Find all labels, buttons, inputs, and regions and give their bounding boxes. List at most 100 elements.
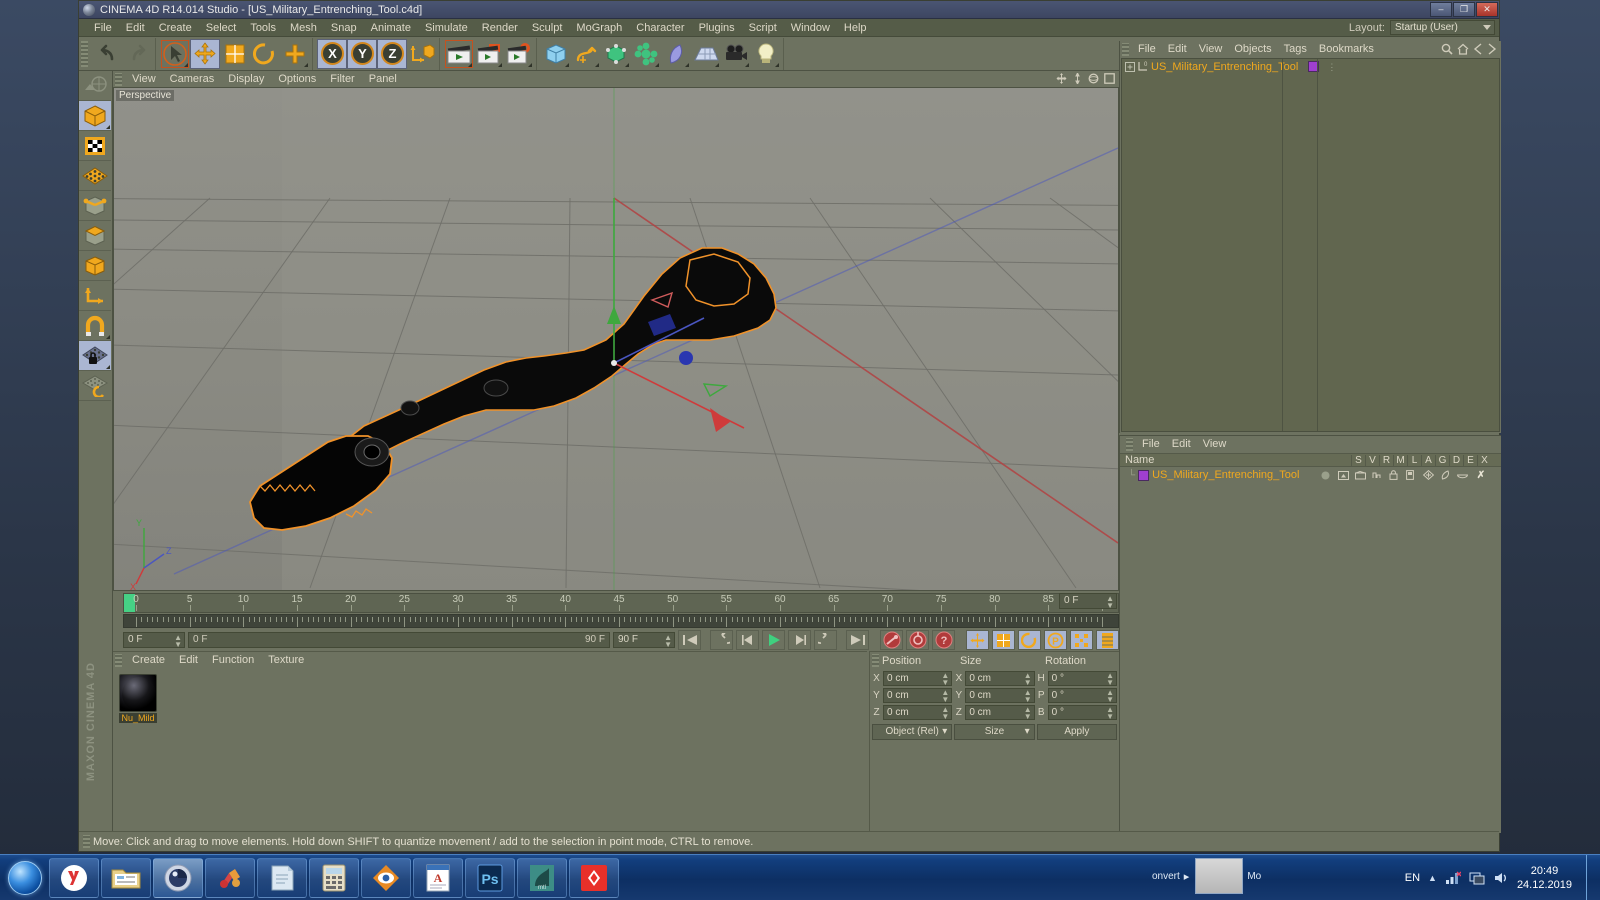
- previous-key-button[interactable]: [710, 630, 733, 650]
- back-icon[interactable]: [1473, 43, 1483, 55]
- position-x-input[interactable]: 0 cm ▲ ▼: [883, 670, 953, 686]
- axis-y-button[interactable]: Y: [347, 38, 377, 69]
- show-desktop-button[interactable]: [1586, 855, 1596, 900]
- home-icon[interactable]: [1457, 43, 1469, 55]
- taskbar-item-cinema4d[interactable]: [153, 857, 203, 898]
- lock-icon[interactable]: [1389, 470, 1403, 480]
- taskbar-item-winrar[interactable]: [205, 857, 255, 898]
- viewport-canvas[interactable]: Perspective Y Z X: [113, 87, 1119, 591]
- object-manager-tree[interactable]: 0 US_Military_Entrenching_Tool ⋮: [1121, 58, 1500, 432]
- object-menu-file[interactable]: File: [1132, 41, 1162, 58]
- more-options-corner[interactable]: [565, 62, 569, 67]
- column-header-a[interactable]: A: [1421, 454, 1435, 466]
- material-menu-function[interactable]: Function: [205, 652, 261, 669]
- structure-menu-file[interactable]: File: [1136, 436, 1166, 453]
- menu-character[interactable]: Character: [629, 19, 691, 37]
- spinner-icon[interactable]: ▲ ▼: [1106, 671, 1114, 686]
- axis-mode-button[interactable]: [79, 251, 111, 281]
- layout-select[interactable]: Startup (User): [1390, 20, 1495, 35]
- taskbar-item-yandex-browser[interactable]: [49, 857, 99, 898]
- timeline-keyframe-strip[interactable]: [123, 614, 1119, 628]
- menu-help[interactable]: Help: [837, 19, 874, 37]
- more-options-corner[interactable]: [498, 62, 502, 67]
- polygons-mode-button[interactable]: [79, 221, 111, 251]
- maximize-button[interactable]: ❐: [1453, 2, 1475, 17]
- volume-icon[interactable]: [1493, 871, 1509, 885]
- maximize-view-icon[interactable]: [1104, 73, 1115, 84]
- deformer-button[interactable]: [661, 38, 691, 69]
- more-options-corner[interactable]: [775, 62, 779, 67]
- more-options-corner[interactable]: [106, 365, 110, 369]
- move-tool-button[interactable]: [190, 38, 220, 69]
- material-manager-grip[interactable]: [115, 654, 122, 667]
- world-coordinate-button[interactable]: [407, 38, 437, 69]
- autokeying-button[interactable]: [906, 630, 929, 650]
- column-header-v[interactable]: V: [1365, 454, 1379, 466]
- nurbs-button[interactable]: [601, 38, 631, 69]
- more-options-corner[interactable]: [595, 62, 599, 67]
- material-menu-texture[interactable]: Texture: [261, 652, 311, 669]
- menu-render[interactable]: Render: [475, 19, 525, 37]
- more-options-corner[interactable]: [106, 335, 110, 339]
- expression-off-icon[interactable]: ✗: [1474, 470, 1488, 481]
- material-preview-swatch[interactable]: [119, 674, 157, 712]
- spinner-icon[interactable]: ▲ ▼: [941, 688, 949, 703]
- layer-color-swatch[interactable]: [1138, 469, 1150, 481]
- viewport-menu-panel[interactable]: Panel: [362, 71, 404, 87]
- column-header-r[interactable]: R: [1379, 454, 1393, 466]
- spinner-icon[interactable]: ▲ ▼: [1106, 688, 1114, 703]
- timeline-current-frame-field[interactable]: 0 F ▲ ▼: [1059, 593, 1117, 610]
- more-options-corner[interactable]: [184, 62, 188, 67]
- zoom-icon[interactable]: [1072, 73, 1083, 84]
- rotation-b-input[interactable]: 0 ° ▲ ▼: [1047, 704, 1117, 720]
- status-bar-grip[interactable]: [83, 835, 90, 848]
- more-options-corner[interactable]: [655, 62, 659, 67]
- menu-snap[interactable]: Snap: [324, 19, 364, 37]
- language-indicator[interactable]: EN: [1405, 872, 1420, 884]
- more-options-corner[interactable]: [685, 62, 689, 67]
- search-icon[interactable]: [1441, 43, 1453, 55]
- menu-simulate[interactable]: Simulate: [418, 19, 475, 37]
- column-header-x[interactable]: X: [1477, 454, 1491, 466]
- viewport-menu-view[interactable]: View: [125, 71, 163, 87]
- object-menu-bookmarks[interactable]: Bookmarks: [1313, 41, 1380, 58]
- record-active-objects-button[interactable]: [880, 630, 903, 650]
- redo-button[interactable]: [123, 38, 153, 69]
- generator-icon[interactable]: [1423, 470, 1437, 480]
- model-mode-button[interactable]: [79, 101, 111, 131]
- pan-icon[interactable]: [1056, 73, 1067, 84]
- live-selection-button[interactable]: [160, 38, 190, 69]
- workplane-button[interactable]: [79, 371, 111, 401]
- clock[interactable]: 20:49 24.12.2019: [1517, 864, 1572, 892]
- taskbar-convert-window-preview[interactable]: onvert ▸ Mo: [1152, 856, 1282, 896]
- position-y-input[interactable]: 0 cm ▲ ▼: [883, 687, 953, 703]
- spinner-icon[interactable]: ▲ ▼: [664, 634, 672, 649]
- end-frame-field[interactable]: 90 F ▲ ▼: [613, 632, 675, 649]
- play-button[interactable]: [762, 630, 785, 650]
- viewport-menu-display[interactable]: Display: [221, 71, 271, 87]
- spinner-icon[interactable]: ▲ ▼: [174, 634, 182, 649]
- environment-button[interactable]: [691, 38, 721, 69]
- spinner-icon[interactable]: ▲ ▼: [1106, 595, 1114, 610]
- render-icon[interactable]: [1355, 470, 1369, 480]
- viewport-menu-options[interactable]: Options: [271, 71, 323, 87]
- expand-icon[interactable]: [1125, 61, 1135, 72]
- taskbar-item-word-document[interactable]: A: [413, 857, 463, 898]
- coordinate-mode-select[interactable]: Object (Rel) ▾: [872, 724, 953, 740]
- coordinates-grip[interactable]: [872, 654, 879, 667]
- spinner-icon[interactable]: ▲ ▼: [1024, 671, 1032, 686]
- start-button[interactable]: [2, 857, 48, 899]
- taskbar-item-convert-app[interactable]: [569, 857, 619, 898]
- structure-manager-grip[interactable]: [1126, 438, 1133, 451]
- minimize-button[interactable]: –: [1430, 2, 1452, 17]
- deformer-icon[interactable]: [1440, 470, 1454, 480]
- column-header-l[interactable]: L: [1407, 454, 1421, 466]
- spinner-icon[interactable]: ▲ ▼: [1106, 705, 1114, 720]
- column-header-e[interactable]: E: [1463, 454, 1477, 466]
- edges-mode-button[interactable]: [79, 191, 111, 221]
- animation-mode-button[interactable]: [1096, 630, 1119, 650]
- taskbar-item-calculator[interactable]: [309, 857, 359, 898]
- cube-primitive-button[interactable]: [541, 38, 571, 69]
- material-menu-create[interactable]: Create: [125, 652, 172, 669]
- material-item[interactable]: Nu_Mild: [119, 674, 157, 723]
